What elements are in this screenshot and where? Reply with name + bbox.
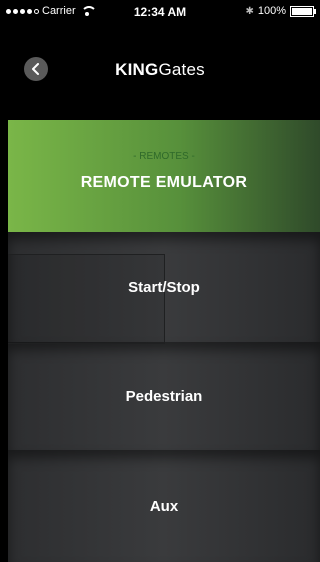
brand-logo: KINGGates (0, 60, 320, 80)
start-stop-button[interactable]: Start/Stop (8, 232, 320, 344)
section-banner: - REMOTES - REMOTE EMULATOR (8, 120, 320, 232)
battery-group: ✱ 100% (245, 5, 316, 17)
bluetooth-icon: ✱ (245, 5, 254, 17)
banner-title: REMOTE EMULATOR (80, 174, 248, 191)
banner-subtitle: - REMOTES - (133, 151, 195, 162)
start-stop-label: Start/Stop (128, 278, 200, 296)
app-screen: Carrier 12:34 AM ✱ 100% KINGGates - REMO… (0, 0, 320, 562)
battery-percent: 100% (257, 5, 286, 17)
battery-icon (290, 5, 316, 17)
logo-king-text: KING (115, 60, 159, 79)
button-highlight-panel (8, 254, 165, 344)
app-header: KINGGates (0, 22, 320, 120)
pedestrian-label: Pedestrian (125, 387, 203, 405)
aux-label: Aux (149, 497, 179, 515)
status-bar: Carrier 12:34 AM ✱ 100% (0, 0, 320, 22)
pedestrian-button[interactable]: Pedestrian (8, 342, 320, 450)
logo-gates-text: Gates (158, 60, 205, 79)
aux-button[interactable]: Aux (8, 450, 320, 562)
